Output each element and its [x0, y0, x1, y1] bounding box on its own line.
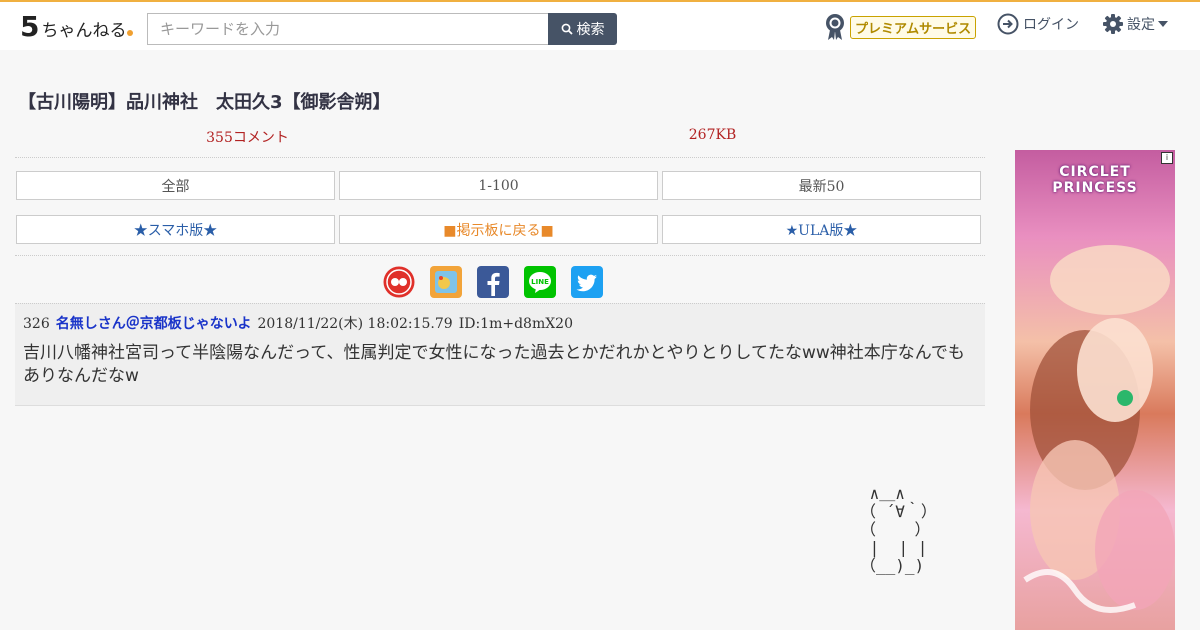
gear-icon	[1103, 14, 1123, 34]
ad-illustration	[1023, 245, 1175, 613]
comment-count: 355コメント	[206, 130, 289, 146]
post-number[interactable]: 326	[23, 316, 50, 332]
award-badge-icon	[826, 14, 844, 40]
thread-meta: 355コメント 267KB	[15, 127, 985, 158]
search-input[interactable]	[147, 13, 549, 45]
back-to-board-button[interactable]: ■掲示板に戻る■	[339, 215, 658, 244]
caret-down-icon	[1158, 21, 1168, 27]
mascot-ascii-art: ∧＿∧ （ ´∀｀） （ ） | | | （__)_)	[860, 484, 937, 575]
premium-label: プレミアムサービス	[850, 15, 977, 39]
side-advertisement[interactable]: i CIRCLET PRINCESS	[1015, 150, 1175, 630]
matome-icon[interactable]	[383, 266, 415, 298]
premium-service-link[interactable]: プレミアムサービス	[824, 13, 977, 41]
nav-all-button[interactable]: 全部	[16, 171, 335, 200]
post-header: 326 名無しさん＠京都板じゃないよ 2018/11/22(木) 18:02:1…	[23, 313, 573, 333]
line-icon[interactable]: LINE	[524, 266, 556, 298]
post-author[interactable]: 名無しさん＠京都板じゃないよ	[56, 313, 252, 333]
divider	[15, 255, 985, 256]
post-id[interactable]: ID:1m+d8mX20	[459, 316, 573, 332]
facebook-icon[interactable]	[477, 266, 509, 298]
logo-number: 5	[20, 10, 40, 43]
twitter-icon[interactable]	[571, 266, 603, 298]
ula-version-button[interactable]: ★ULA版★	[662, 215, 981, 244]
post: 326 名無しさん＠京都板じゃないよ 2018/11/22(木) 18:02:1…	[15, 303, 985, 406]
range-nav: 全部 1-100 最新50	[16, 171, 981, 200]
top-header: 5 ちゃんねる 検索 プレミアムサービス ログイン	[0, 0, 1200, 50]
settings-menu[interactable]: 設定	[1102, 12, 1168, 36]
thread-title: 【古川陽明】品川神社 太田久3【御影舎朔】	[18, 92, 391, 113]
blog-icon[interactable]	[430, 266, 462, 298]
search-button[interactable]: 検索	[548, 13, 617, 45]
logo-text: ちゃんねる	[41, 21, 127, 41]
login-icon	[997, 13, 1019, 35]
login-label: ログイン	[1023, 17, 1079, 33]
search-icon	[561, 23, 573, 35]
svg-text:LINE: LINE	[531, 278, 549, 286]
nav-latest50-button[interactable]: 最新50	[662, 171, 981, 200]
site-logo[interactable]: 5 ちゃんねる	[20, 10, 134, 43]
logo-dot	[127, 30, 134, 36]
post-date: 2018/11/22(木) 18:02:15.79	[257, 316, 453, 332]
post-body: 吉川八幡神社宮司って半陰陽なんだって、性属判定で女性になった過去とかだれかとやり…	[23, 343, 965, 386]
smartphone-version-button[interactable]: ★スマホ版★	[16, 215, 335, 244]
version-nav: ★スマホ版★ ■掲示板に戻る■ ★ULA版★	[16, 215, 981, 244]
login-link[interactable]: ログイン	[997, 12, 1079, 36]
settings-label: 設定	[1127, 17, 1155, 33]
search-button-label: 検索	[576, 22, 605, 38]
nav-1-100-button[interactable]: 1-100	[339, 171, 658, 200]
share-buttons: LINE	[383, 266, 603, 298]
thread-size: 267KB	[688, 127, 737, 143]
